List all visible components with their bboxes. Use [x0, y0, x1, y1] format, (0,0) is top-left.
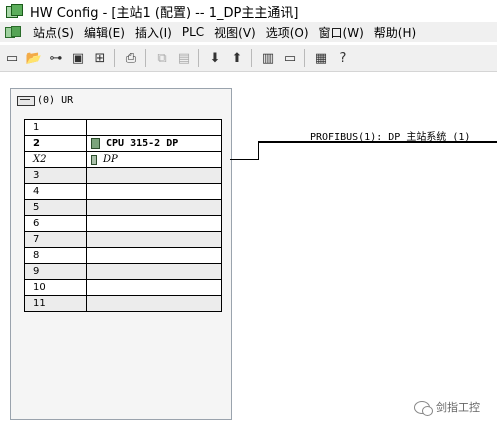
rack-icon: [17, 95, 35, 106]
slot-number: 5: [25, 200, 87, 215]
table-row[interactable]: 3: [25, 168, 221, 184]
table-row[interactable]: 11: [25, 296, 221, 312]
open-icon[interactable]: 📂: [26, 50, 42, 66]
table-row[interactable]: X2 DP: [25, 152, 221, 168]
system-menu-icon[interactable]: [4, 24, 24, 40]
paste-icon[interactable]: ▤: [176, 50, 192, 66]
dp-interface-icon: [91, 154, 97, 165]
slot-module: [87, 168, 221, 183]
watermark-text: 剑指工控: [436, 401, 480, 414]
menu-window[interactable]: 窗口(W): [314, 24, 369, 41]
menu-view[interactable]: 视图(V): [209, 24, 261, 41]
copy-icon[interactable]: ⧉: [154, 50, 170, 66]
help-icon[interactable]: ?: [335, 50, 351, 66]
profibus-label: PROFIBUS(1): DP 主站系统 (1): [310, 132, 471, 143]
slot-module: [87, 264, 221, 279]
table-row[interactable]: 5: [25, 200, 221, 216]
watermark: 剑指工控: [414, 399, 480, 416]
cpu-module-label: CPU 315-2 DP: [106, 138, 179, 149]
menu-plc[interactable]: PLC: [177, 25, 209, 39]
properties-icon[interactable]: ▥: [260, 50, 276, 66]
table-row[interactable]: 1: [25, 120, 221, 136]
wechat-icon: [414, 400, 433, 416]
table-row[interactable]: 7: [25, 232, 221, 248]
slot-number: 11: [25, 296, 87, 311]
slot-number: X2: [25, 152, 87, 167]
upload-icon[interactable]: ⬆: [229, 50, 245, 66]
new-icon[interactable]: ▭: [4, 50, 20, 66]
slot-module: CPU 315-2 DP: [87, 136, 221, 151]
dp-connection-riser: [258, 141, 259, 160]
slot-number: 4: [25, 184, 87, 199]
window-icon[interactable]: ▭: [282, 50, 298, 66]
rack-window[interactable]: (0) UR 1 2 CPU 315-2 DP X2 DP 3 4 5 6 7 …: [10, 88, 232, 420]
slot-number: 3: [25, 168, 87, 183]
slot-number: 10: [25, 280, 87, 295]
slot-number: 8: [25, 248, 87, 263]
compile-icon[interactable]: ⊞: [92, 50, 108, 66]
table-row[interactable]: 4: [25, 184, 221, 200]
slot-module: [87, 200, 221, 215]
title-bar: HW Config - [主站1 (配置) -- 1_DP主主通讯]: [0, 0, 497, 22]
slot-module: DP: [87, 152, 221, 167]
slot-table: 1 2 CPU 315-2 DP X2 DP 3 4 5 6 7 8 9 10 …: [24, 119, 222, 312]
window-title: HW Config - [主站1 (配置) -- 1_DP主主通讯]: [30, 5, 299, 21]
dp-connection-line: [230, 159, 259, 160]
slot-module: [87, 280, 221, 295]
rack-title: (0) UR: [37, 95, 74, 106]
hwconfig-app-icon: [6, 4, 23, 18]
slot-number: 7: [25, 232, 87, 247]
menu-bar: 站点(S) 编辑(E) 插入(I) PLC 视图(V) 选项(O) 窗口(W) …: [0, 22, 497, 42]
slot-number: 2: [25, 136, 87, 151]
table-row[interactable]: 10: [25, 280, 221, 296]
slot-module: [87, 216, 221, 231]
catalog-icon[interactable]: ▦: [313, 50, 329, 66]
toolbar: ▭ 📂 ⊶ ▣ ⊞ ⎙ ⧉ ▤ ⬇ ⬆ ▥ ▭ ▦ ?: [0, 44, 497, 72]
menu-insert[interactable]: 插入(I): [130, 24, 177, 41]
network-icon[interactable]: ⊶: [48, 50, 64, 66]
toolbar-separator: [251, 49, 252, 67]
table-row[interactable]: 9: [25, 264, 221, 280]
menu-help[interactable]: 帮助(H): [369, 24, 421, 41]
save-icon[interactable]: ▣: [70, 50, 86, 66]
slot-module: [87, 232, 221, 247]
rack-header: (0) UR: [17, 95, 73, 106]
slot-module: [87, 120, 221, 135]
toolbar-separator: [198, 49, 199, 67]
table-row[interactable]: 6: [25, 216, 221, 232]
cpu-module-icon: [91, 138, 100, 149]
slot-module: [87, 248, 221, 263]
menu-options[interactable]: 选项(O): [261, 24, 314, 41]
download-icon[interactable]: ⬇: [207, 50, 223, 66]
slot-number: 1: [25, 120, 87, 135]
slot-number: 6: [25, 216, 87, 231]
slot-module: [87, 184, 221, 199]
toolbar-separator: [114, 49, 115, 67]
print-icon[interactable]: ⎙: [123, 50, 139, 66]
menu-edit[interactable]: 编辑(E): [79, 24, 130, 41]
toolbar-separator: [145, 49, 146, 67]
slot-module: [87, 296, 221, 311]
slot-number: 9: [25, 264, 87, 279]
table-row[interactable]: 2 CPU 315-2 DP: [25, 136, 221, 152]
toolbar-separator: [304, 49, 305, 67]
menu-station[interactable]: 站点(S): [28, 24, 79, 41]
table-row[interactable]: 8: [25, 248, 221, 264]
dp-interface-label: DP: [103, 154, 118, 165]
